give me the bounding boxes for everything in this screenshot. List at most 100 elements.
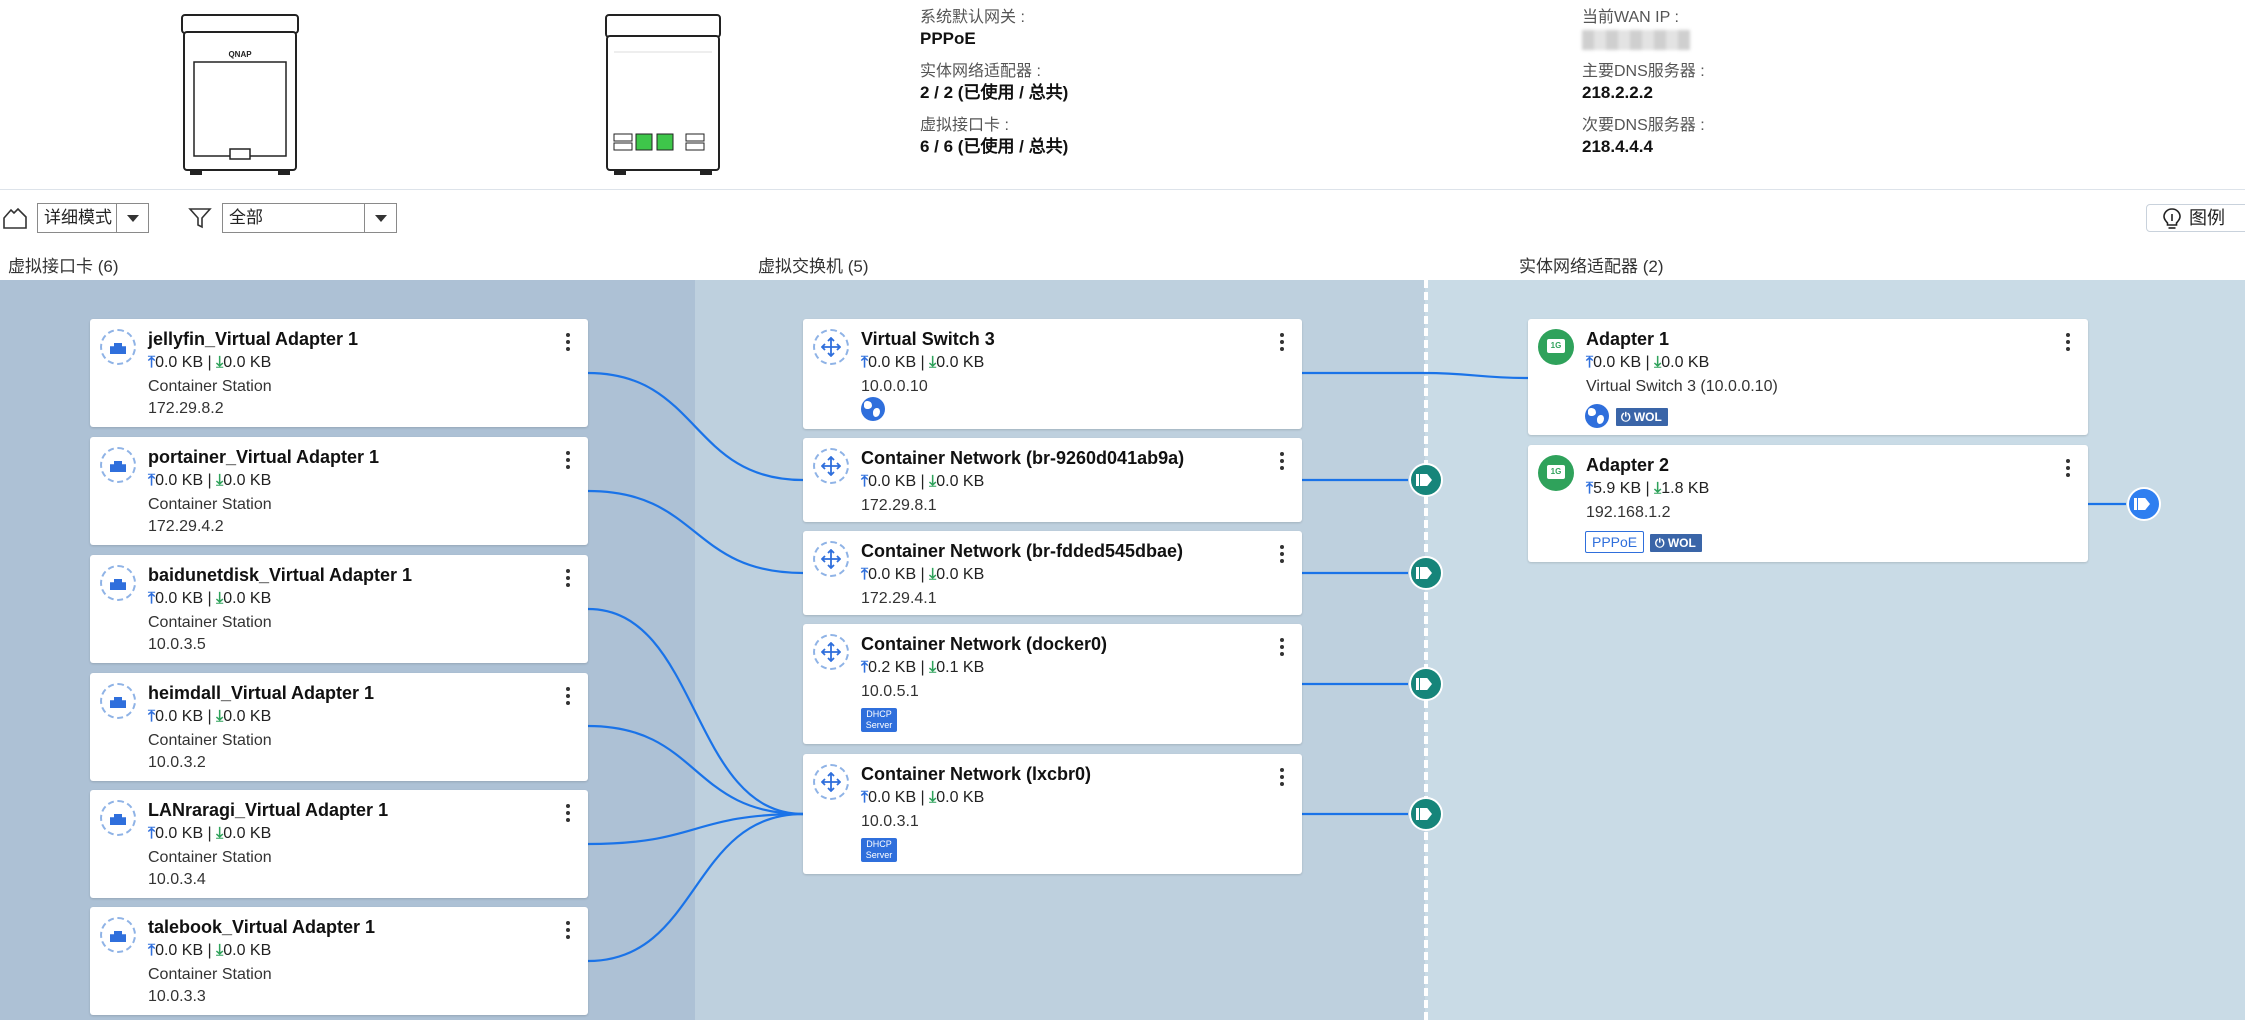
filter-icon[interactable] <box>188 206 212 230</box>
vnic-source: Container Station <box>148 732 272 749</box>
download-value: 0.0 KB <box>223 825 272 842</box>
vnic-ip: 172.29.4.2 <box>148 518 224 535</box>
network-summary: QNAP 系统默认网关 : PPPoE 实体网络适配器 : 2 / 2 (已使用… <box>0 0 2245 190</box>
vswitch-card[interactable]: Container Network (br-9260d041ab9a) ⤒0.0… <box>803 438 1302 522</box>
dhcp-badge-line2: Server <box>865 720 893 730</box>
vnic-source: Container Station <box>148 849 272 866</box>
upload-value: 0.0 KB <box>155 825 204 842</box>
wol-label: WOL <box>1633 410 1662 424</box>
more-options-icon[interactable] <box>566 804 570 822</box>
pnic-column-header: 实体网络适配器 (2) <box>1519 257 1664 276</box>
ethernet-adapter-icon <box>1538 329 1574 365</box>
chevron-down-icon[interactable] <box>364 204 396 232</box>
vswitch-card[interactable]: Container Network (lxcbr0) ⤒0.0 KB | ⤓0.… <box>803 754 1302 874</box>
more-options-icon[interactable] <box>1280 768 1284 786</box>
external-port-icon[interactable] <box>1409 556 1443 590</box>
dhcp-badge-line1: DHCP <box>866 709 892 719</box>
default-gateway-value: PPPoE <box>920 29 976 48</box>
more-options-icon[interactable] <box>1280 638 1284 656</box>
more-options-icon[interactable] <box>1280 333 1284 351</box>
vswitch-column-header: 虚拟交换机 (5) <box>758 257 869 276</box>
vnic-source: Container Station <box>148 496 272 513</box>
secondary-dns-label: 次要DNS服务器 : <box>1582 117 1705 134</box>
download-value: 0.0 KB <box>936 473 985 490</box>
download-value: 0.0 KB <box>1661 354 1710 371</box>
vswitch-card[interactable]: Container Network (br-fdded545dbae) ⤒0.0… <box>803 531 1302 615</box>
vswitch-traffic: ⤒0.2 KB | ⤓0.1 KB <box>861 659 985 676</box>
vnic-card[interactable]: portainer_Virtual Adapter 1 ⤒0.0 KB | ⤓0… <box>90 437 588 545</box>
vswitch-ip: 172.29.4.1 <box>861 590 937 607</box>
vnic-card[interactable]: baidunetdisk_Virtual Adapter 1 ⤒0.0 KB |… <box>90 555 588 663</box>
download-value: 0.0 KB <box>223 590 272 607</box>
view-mode-icon[interactable] <box>2 206 28 230</box>
more-options-icon[interactable] <box>566 921 570 939</box>
vswitch-card[interactable]: Container Network (docker0) ⤒0.2 KB | ⤓0… <box>803 624 1302 744</box>
wan-port-icon[interactable] <box>2127 487 2161 521</box>
vnic-name: portainer_Virtual Adapter 1 <box>148 447 380 467</box>
vswitch-card[interactable]: Virtual Switch 3 ⤒0.0 KB | ⤓0.0 KB 10.0.… <box>803 319 1302 429</box>
chevron-down-icon[interactable] <box>116 204 148 232</box>
adapter-name: Adapter 1 <box>1586 329 1670 349</box>
filter-select[interactable]: 全部 <box>222 203 397 233</box>
physical-adapter-card[interactable]: Adapter 2 ⤒5.9 KB | ⤓1.8 KB 192.168.1.2 … <box>1528 445 2088 562</box>
wan-ip-redacted <box>1582 30 1690 50</box>
external-port-icon[interactable] <box>1409 667 1443 701</box>
more-options-icon[interactable] <box>2066 333 2070 351</box>
virtual-nic-label: 虚拟接口卡 : <box>920 117 1009 134</box>
vnic-traffic: ⤒0.0 KB | ⤓0.0 KB <box>148 825 272 842</box>
download-value: 1.8 KB <box>1661 480 1710 497</box>
adapter-detail: Virtual Switch 3 (10.0.0.10) <box>1586 378 1778 395</box>
vnic-name: LANraragi_Virtual Adapter 1 <box>148 800 389 820</box>
vswitch-traffic: ⤒0.0 KB | ⤓0.0 KB <box>861 473 985 490</box>
adapter-traffic: ⤒5.9 KB | ⤓1.8 KB <box>1586 480 1710 497</box>
vswitch-name: Virtual Switch 3 <box>861 329 995 349</box>
vnic-card[interactable]: heimdall_Virtual Adapter 1 ⤒0.0 KB | ⤓0.… <box>90 673 588 781</box>
virtual-adapter-icon <box>100 800 136 836</box>
physical-adapter-card[interactable]: Adapter 1 ⤒0.0 KB | ⤓0.0 KB Virtual Swit… <box>1528 319 2088 435</box>
wan-dns-info-column: 当前WAN IP : 主要DNS服务器 : 218.2.2.2 次要DNS服务器… <box>1582 8 1705 170</box>
lightbulb-icon <box>2163 208 2181 229</box>
globe-icon <box>1585 404 1609 428</box>
vnic-card[interactable]: talebook_Virtual Adapter 1 ⤒0.0 KB | ⤓0.… <box>90 907 588 1015</box>
external-port-icon[interactable] <box>1409 463 1443 497</box>
upload-value: 0.0 KB <box>155 590 204 607</box>
virtual-adapter-icon <box>100 683 136 719</box>
more-options-icon[interactable] <box>566 569 570 587</box>
more-options-icon[interactable] <box>566 333 570 351</box>
vnic-column-header: 虚拟接口卡 (6) <box>8 257 119 276</box>
vnic-ip: 10.0.3.2 <box>148 754 206 771</box>
download-value: 0.0 KB <box>223 472 272 489</box>
vnic-traffic: ⤒0.0 KB | ⤓0.0 KB <box>148 708 272 725</box>
more-options-icon[interactable] <box>1280 452 1284 470</box>
more-options-icon[interactable] <box>2066 459 2070 477</box>
vnic-ip: 10.0.3.5 <box>148 636 206 653</box>
dhcp-server-badge: DHCP Server <box>861 838 897 862</box>
vnic-card[interactable]: LANraragi_Virtual Adapter 1 ⤒0.0 KB | ⤓0… <box>90 790 588 898</box>
vswitch-name: Container Network (br-fdded545dbae) <box>861 541 1184 561</box>
view-mode-select[interactable]: 详细模式 <box>37 203 149 233</box>
legend-button[interactable]: 图例 <box>2146 204 2245 232</box>
external-port-icon[interactable] <box>1409 797 1443 831</box>
more-options-icon[interactable] <box>566 451 570 469</box>
virtual-switch-icon <box>813 329 849 365</box>
vswitch-traffic: ⤒0.0 KB | ⤓0.0 KB <box>861 354 985 371</box>
virtual-switch-icon <box>813 634 849 670</box>
globe-icon <box>861 397 885 421</box>
virtual-nic-count: 虚拟接口卡 : 6 / 6 (已使用 / 总共) <box>920 116 1068 170</box>
upload-value: 0.0 KB <box>155 472 204 489</box>
virtual-nic-value: 6 / 6 (已使用 / 总共) <box>920 137 1069 156</box>
upload-value: 0.0 KB <box>868 789 917 806</box>
adapter-detail: 192.168.1.2 <box>1586 504 1671 521</box>
more-options-icon[interactable] <box>1280 545 1284 563</box>
wan-ip: 当前WAN IP : <box>1582 8 1705 62</box>
zone-divider <box>1424 280 1428 1020</box>
vswitch-name: Container Network (lxcbr0) <box>861 764 1092 784</box>
virtual-switch-icon <box>813 448 849 484</box>
vswitch-ip: 10.0.5.1 <box>861 683 919 700</box>
download-value: 0.0 KB <box>223 708 272 725</box>
vnic-card[interactable]: jellyfin_Virtual Adapter 1 ⤒0.0 KB | ⤓0.… <box>90 319 588 427</box>
primary-dns-value: 218.2.2.2 <box>1582 83 1653 102</box>
more-options-icon[interactable] <box>566 687 570 705</box>
physical-adapter-value: 2 / 2 (已使用 / 总共) <box>920 83 1069 102</box>
dhcp-badge-line1: DHCP <box>866 839 892 849</box>
